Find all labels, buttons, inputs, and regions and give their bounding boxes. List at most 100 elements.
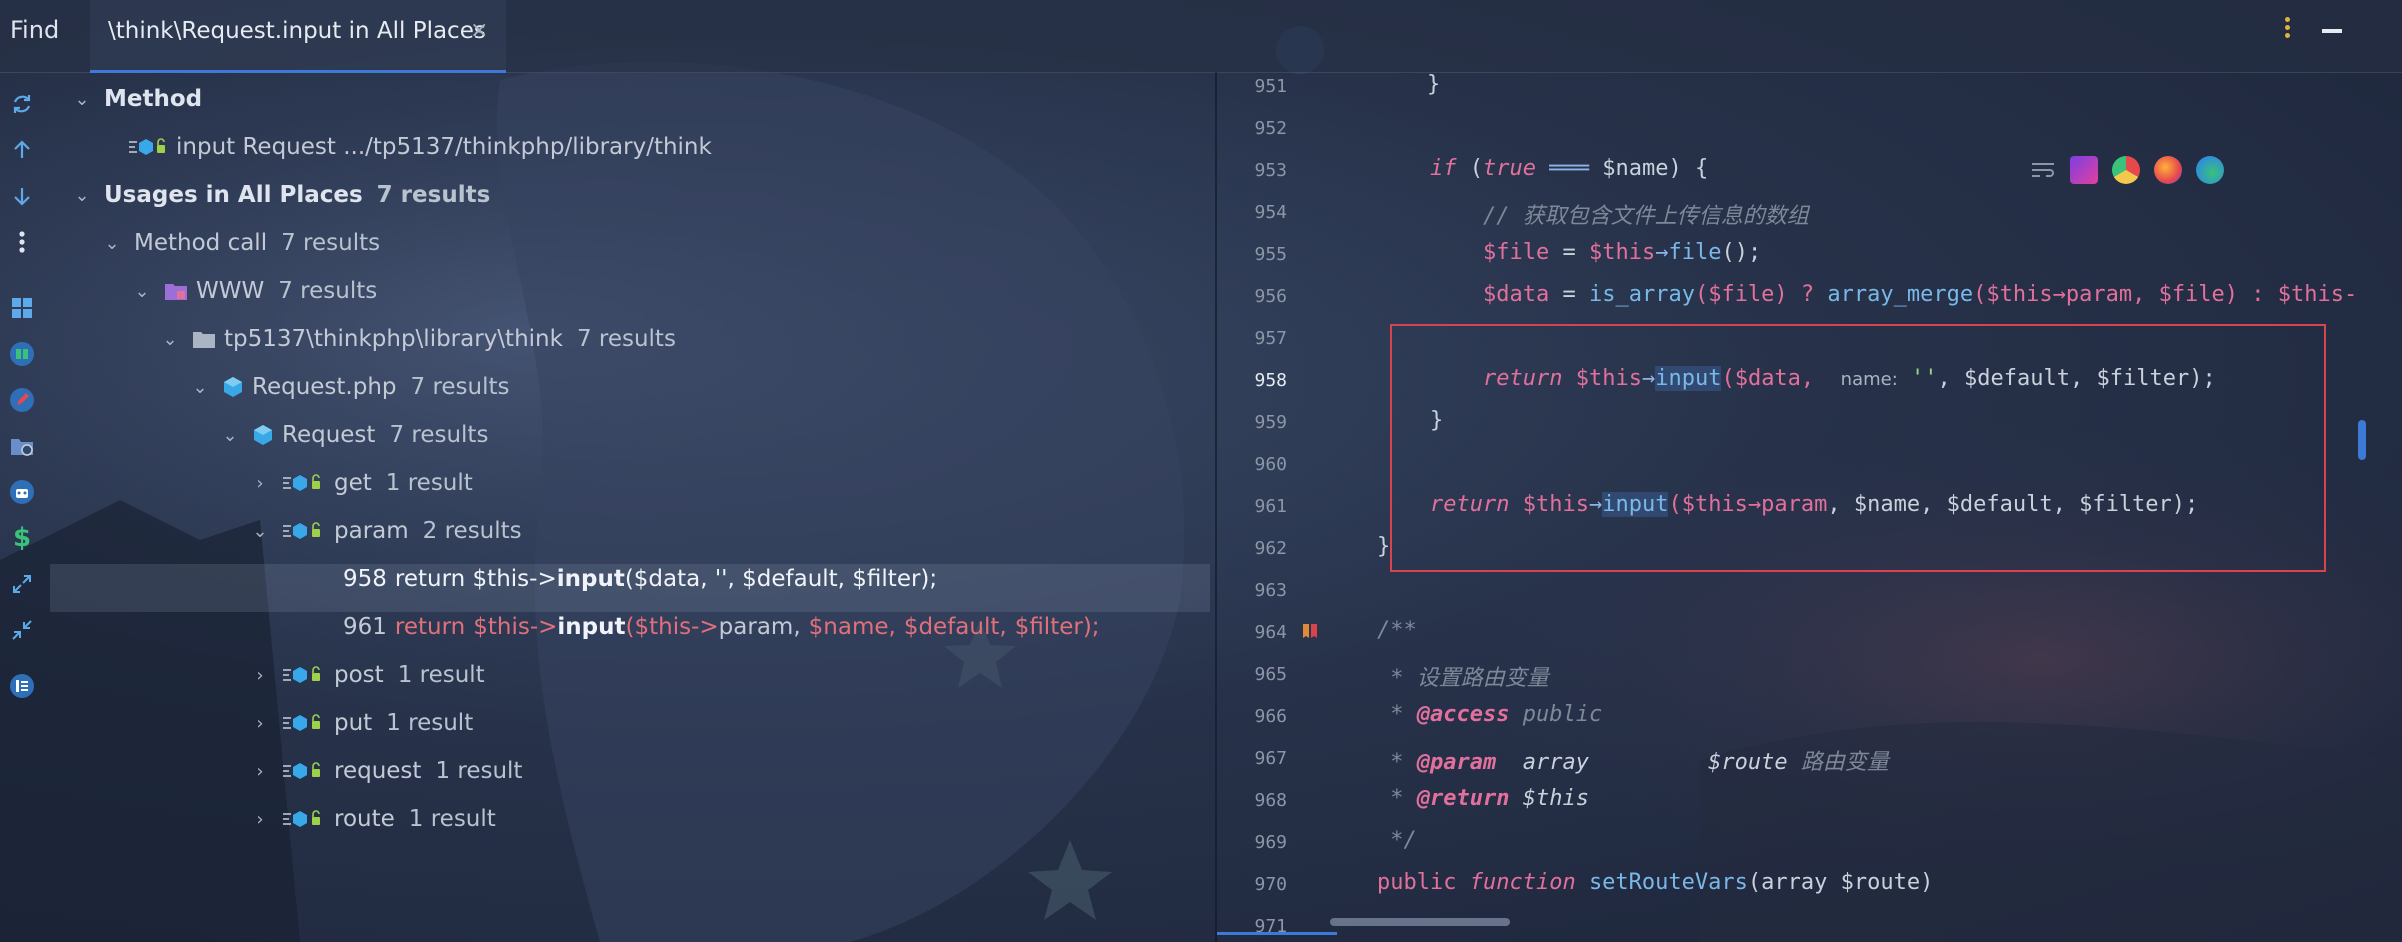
tree-node-class[interactable]: ⌄ Request 7 results	[218, 412, 488, 458]
method-icon	[282, 760, 326, 782]
chevron-down-icon[interactable]: ⌄	[100, 233, 124, 254]
code-line-966: * @access public	[1377, 702, 1603, 727]
node-label: Request	[282, 422, 376, 448]
vertical-scrollbar[interactable]	[2358, 420, 2366, 460]
horizontal-scrollbar[interactable]	[1330, 918, 1510, 926]
method-icon	[282, 808, 326, 830]
code-line-968: * @return $this	[1377, 786, 1589, 811]
collapse-all-icon[interactable]	[6, 614, 38, 646]
next-occurrence-icon[interactable]	[6, 180, 38, 212]
tree-node-www[interactable]: ⌄ WWW 7 results	[130, 268, 377, 314]
code-line-951: }	[1427, 72, 1441, 97]
layout-icon[interactable]	[6, 670, 38, 702]
folder-settings-icon[interactable]	[6, 430, 38, 462]
line-number: 963	[1254, 580, 1287, 601]
tab-find-results[interactable]: \think\Request.input in All Places ×	[90, 0, 506, 73]
tree-node-method-request[interactable]: › request 1 result	[248, 748, 522, 794]
more-actions-icon[interactable]	[6, 226, 38, 258]
rerun-icon[interactable]	[6, 88, 38, 120]
usage-code-post: ($data, '', $default, $filter);	[624, 566, 938, 592]
line-number: 960	[1254, 454, 1287, 475]
chevron-down-icon[interactable]: ⌄	[218, 425, 242, 446]
tree-node-usages[interactable]: ⌄ Usages in All Places 7 results	[70, 172, 490, 218]
tree-node-method-param[interactable]: ⌄ param 2 results	[248, 508, 521, 554]
code-line-953: if (true ═══ $name) {	[1430, 156, 1709, 181]
node-label: Request.php	[252, 374, 397, 400]
usage-this: $this->	[473, 614, 558, 640]
browser-preview-bar	[2030, 156, 2224, 184]
node-count: 1 result	[386, 710, 474, 736]
usage-row-961[interactable]: 961 return $this-> input ($this-> param,…	[343, 604, 1100, 650]
tree-node-method-get[interactable]: › get 1 result	[248, 460, 473, 506]
minimize-icon[interactable]	[2322, 29, 2342, 33]
line-number: 964	[1254, 622, 1287, 643]
previous-occurrence-icon[interactable]	[6, 134, 38, 166]
code-line-956: $data = is_array($file) ? array_merge($t…	[1483, 282, 2358, 307]
usage-match: input	[557, 614, 626, 640]
preview-icon[interactable]	[6, 338, 38, 370]
line-number: 967	[1254, 748, 1287, 769]
chevron-down-icon[interactable]: ⌄	[158, 329, 182, 350]
line-number: 961	[1254, 496, 1287, 517]
editor-scroll-indicator	[1217, 932, 1337, 935]
usage-code-pre: return $this->	[394, 566, 557, 592]
node-count: 7 results	[281, 230, 381, 256]
tree-node-method-put[interactable]: › put 1 result	[248, 700, 473, 746]
code-line-969: */	[1377, 828, 1417, 853]
line-number: 952	[1254, 118, 1287, 139]
wrap-icon[interactable]	[2030, 160, 2056, 180]
node-label: post	[334, 662, 384, 688]
node-label: Method call	[134, 230, 268, 256]
tree-node-method[interactable]: ⌄ Method	[70, 76, 202, 122]
method-icon	[282, 712, 326, 734]
firefox-icon[interactable]	[2154, 156, 2182, 184]
chevron-down-icon[interactable]: ⌄	[130, 281, 154, 302]
module-icon	[164, 281, 188, 301]
line-number: 953	[1254, 160, 1287, 181]
edge-icon[interactable]	[2196, 156, 2224, 184]
chevron-right-icon[interactable]: ›	[248, 761, 272, 782]
more-options-icon[interactable]	[2280, 14, 2294, 44]
node-label: put	[334, 710, 373, 736]
node-count: 7 results	[576, 326, 676, 352]
tree-node-directory[interactable]: ⌄ tp5137\thinkphp\library\think 7 result…	[158, 316, 676, 362]
node-count: 1 result	[385, 470, 473, 496]
usage-line-number: 958	[343, 566, 387, 592]
chevron-right-icon[interactable]: ›	[248, 809, 272, 830]
chevron-down-icon[interactable]: ⌄	[70, 89, 94, 110]
expand-all-icon[interactable]	[6, 568, 38, 600]
chrome-icon[interactable]	[2112, 156, 2140, 184]
chevron-down-icon[interactable]: ⌄	[248, 521, 272, 542]
chevron-right-icon[interactable]: ›	[248, 473, 272, 494]
line-number: 951	[1254, 76, 1287, 97]
node-label: Method	[104, 86, 203, 112]
dollar-icon[interactable]: $	[6, 522, 38, 554]
code-line-954: // 获取包含文件上传信息的数组	[1483, 204, 1809, 229]
bookmark-gutter-icon[interactable]	[1302, 622, 1318, 640]
node-count: 7 results	[389, 422, 489, 448]
chevron-down-icon[interactable]: ⌄	[70, 185, 94, 206]
chevron-right-icon[interactable]: ›	[248, 665, 272, 686]
tree-node-method-route[interactable]: › route 1 result	[248, 796, 495, 842]
plugin-icon[interactable]	[6, 476, 38, 508]
node-label: tp5137\thinkphp\library\think	[224, 326, 563, 352]
close-icon[interactable]: ×	[470, 18, 488, 43]
node-count: 1 result	[397, 662, 485, 688]
node-count: 7 results	[376, 182, 491, 208]
find-window-title: Find	[10, 16, 60, 44]
line-number: 968	[1254, 790, 1287, 811]
group-by-icon[interactable]	[6, 292, 38, 324]
tree-node-method-item[interactable]: input Request .../tp5137/thinkphp/librar…	[128, 124, 712, 170]
chevron-down-icon[interactable]: ⌄	[188, 377, 212, 398]
tree-node-method-call[interactable]: ⌄ Method call 7 results	[100, 220, 380, 266]
edit-icon[interactable]	[6, 384, 38, 416]
tree-node-method-post[interactable]: › post 1 result	[248, 652, 485, 698]
tree-node-file[interactable]: ⌄ Request.php 7 results	[188, 364, 509, 410]
class-icon	[252, 424, 274, 446]
chevron-right-icon[interactable]: ›	[248, 713, 272, 734]
usage-match: input	[556, 566, 625, 592]
line-number: 959	[1254, 412, 1287, 433]
phpstorm-icon[interactable]	[2070, 156, 2098, 184]
code-line-964: /**	[1377, 618, 1417, 643]
usage-row-958[interactable]: 958 return $this-> input ($data, '', $de…	[343, 556, 937, 602]
